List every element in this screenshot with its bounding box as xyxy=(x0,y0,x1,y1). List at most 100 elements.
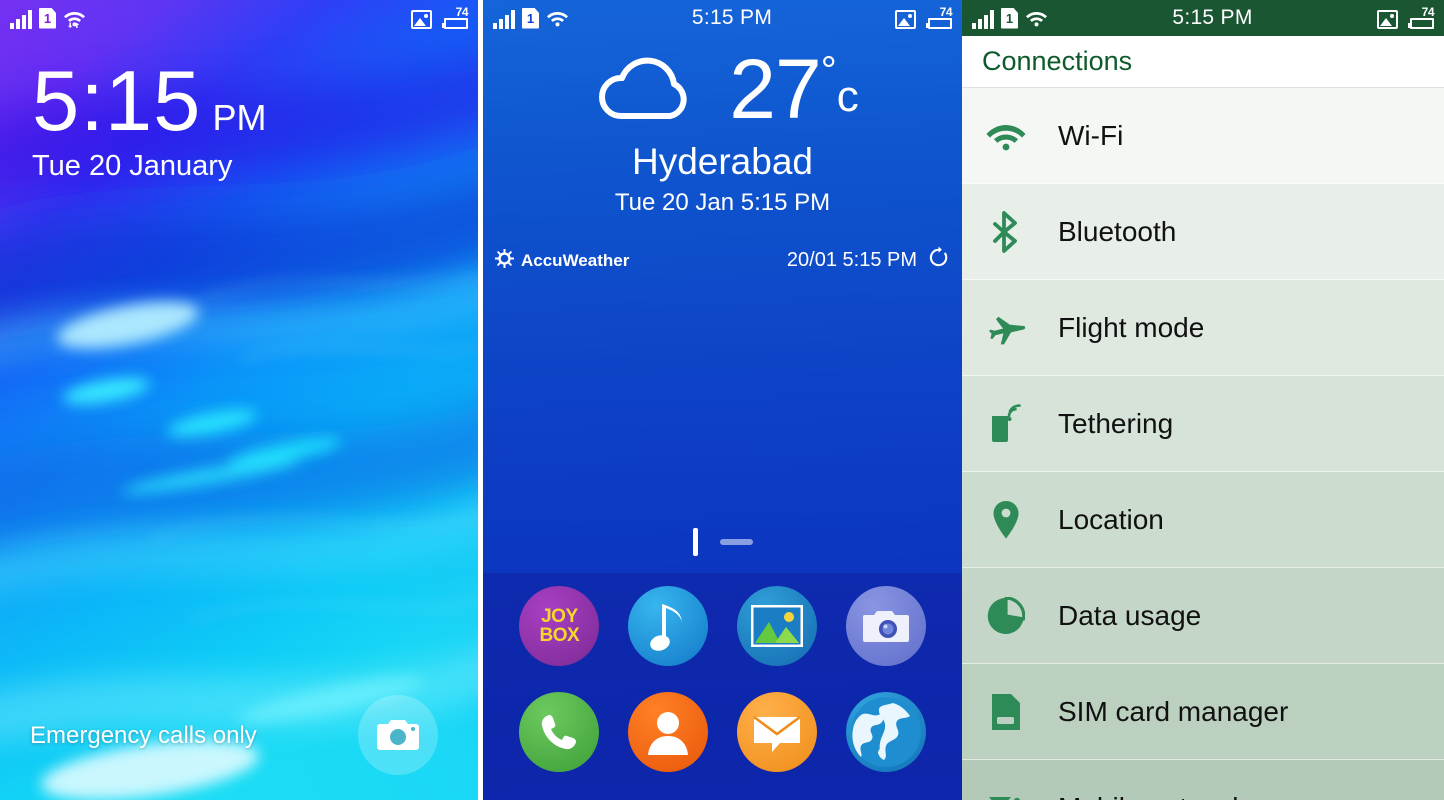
sim-number: 1 xyxy=(526,10,535,26)
list-item-label: Data usage xyxy=(1058,599,1202,631)
degree-symbol: ° xyxy=(820,48,837,93)
page-indicator-active[interactable] xyxy=(692,528,698,556)
app-icon-gallery[interactable] xyxy=(736,586,817,666)
screenshot-image-icon xyxy=(411,10,432,29)
lockscreen-date: Tue 20 January xyxy=(32,149,233,182)
globe-icon xyxy=(850,697,921,767)
app-dock: JOY BOX xyxy=(483,562,962,800)
weather-updated-time: 20/01 5:15 PM xyxy=(786,249,917,271)
page-title: Connections xyxy=(982,46,1133,76)
lockscreen-clock: 5:15 PM Tue 20 January xyxy=(32,54,267,183)
status-clock: 5:15 PM xyxy=(1172,6,1253,29)
sim-card-1-icon: 1 xyxy=(522,7,539,29)
settings-connections-panel: 1 5:15 PM 74 Connections Wi-Fi Bluetooth… xyxy=(962,0,1444,800)
sim-number: 1 xyxy=(43,10,52,26)
weather-unit: c xyxy=(836,71,859,121)
joybox-line2: BOX xyxy=(539,625,580,646)
list-item-label: Tethering xyxy=(1058,407,1174,439)
weather-update-row[interactable]: 20/01 5:15 PM xyxy=(787,246,950,275)
home-status-bar: 1 5:15 PM 74 xyxy=(483,0,962,36)
app-icon-joybox[interactable]: JOY BOX xyxy=(519,586,600,666)
settings-status-bar: 1 5:15 PM 74 xyxy=(962,0,1444,36)
message-envelope-icon xyxy=(753,715,801,752)
wifi-transfer-icon xyxy=(546,8,569,29)
connections-list: Wi-Fi Bluetooth Flight mode Tethering Lo… xyxy=(962,88,1444,800)
list-item-tethering[interactable]: Tethering xyxy=(962,376,1444,472)
status-left-icons: 1 xyxy=(972,7,1048,29)
status-right-icons: 74 xyxy=(1377,6,1435,29)
screenshot-stage: 1 74 5:15 PM Tue 20 January Emergency ca… xyxy=(0,0,1444,800)
dock-row-2 xyxy=(505,692,940,772)
weather-footer: AccuWeather 20/01 5:15 PM xyxy=(483,246,962,275)
app-icon-music[interactable] xyxy=(628,586,709,666)
music-note-icon xyxy=(650,604,683,651)
app-icon-messages[interactable] xyxy=(736,692,817,772)
list-item-flight-mode[interactable]: Flight mode xyxy=(962,280,1444,376)
app-icon-internet[interactable] xyxy=(845,692,926,772)
weather-temperature-block: 27 ° c xyxy=(729,47,859,131)
lockscreen-ampm: PM xyxy=(212,97,267,138)
status-clock: 5:15 PM xyxy=(691,6,773,29)
battery-body xyxy=(442,18,468,29)
app-icon-camera[interactable] xyxy=(845,586,926,666)
list-item-mobile-networks[interactable]: Mobile networks xyxy=(962,760,1444,800)
list-item-label: Mobile networks xyxy=(1058,792,1260,800)
status-right-icons: 74 xyxy=(411,5,469,29)
accuweather-sun-icon xyxy=(494,248,515,273)
joybox-line1: JOY xyxy=(541,606,578,627)
app-icon-phone[interactable] xyxy=(519,692,600,772)
status-left-icons: 1 xyxy=(493,7,569,29)
refresh-icon[interactable] xyxy=(927,246,950,275)
lock-status-bar: 1 74 xyxy=(0,0,478,36)
contact-person-icon xyxy=(648,712,689,755)
signal-bars-icon xyxy=(493,9,515,29)
battery-body xyxy=(1408,18,1434,29)
page-indicator-dot[interactable] xyxy=(719,539,753,545)
weather-main-row: 27 ° c xyxy=(483,46,962,131)
battery-icon: 74 xyxy=(924,6,953,29)
sim-card-icon xyxy=(982,692,1030,732)
list-item-location[interactable]: Location xyxy=(962,472,1444,568)
sim-card-1-icon: 1 xyxy=(39,7,56,29)
status-left-icons: 1 xyxy=(10,7,86,29)
home-screen-panel: 1 5:15 PM 74 27 ° c Hyderabad Tue 20 Jan… xyxy=(483,0,962,800)
weather-city: Hyderabad xyxy=(631,141,813,182)
camera-icon xyxy=(377,720,419,750)
page-indicator[interactable] xyxy=(483,527,962,557)
lockscreen-camera-shortcut[interactable] xyxy=(358,695,438,775)
list-item-sim-card-manager[interactable]: SIM card manager xyxy=(962,664,1444,760)
list-item-bluetooth[interactable]: Bluetooth xyxy=(962,184,1444,280)
sim-card-1-icon: 1 xyxy=(1001,7,1018,29)
wifi-transfer-icon xyxy=(1025,8,1048,29)
battery-percent: 74 xyxy=(455,5,469,19)
list-item-label: Wi-Fi xyxy=(1058,119,1124,151)
emergency-calls-label[interactable]: Emergency calls only xyxy=(30,722,257,750)
mobile-network-icon xyxy=(982,789,1030,800)
lockscreen-time: 5:15 xyxy=(32,54,202,149)
list-item-data-usage[interactable]: Data usage xyxy=(962,568,1444,664)
wifi-icon xyxy=(982,121,1030,151)
pie-chart-icon xyxy=(982,596,1030,635)
list-item-wifi[interactable]: Wi-Fi xyxy=(962,88,1444,184)
signal-bars-icon xyxy=(10,9,32,29)
app-icon-contacts[interactable] xyxy=(628,692,709,772)
weather-provider[interactable]: AccuWeather xyxy=(494,248,630,273)
wifi-transfer-icon xyxy=(63,8,86,29)
battery-body xyxy=(926,18,952,29)
camera-icon xyxy=(862,611,909,642)
weather-provider-label: AccuWeather xyxy=(521,250,630,270)
lock-screen-panel: 1 74 5:15 PM Tue 20 January Emergency ca… xyxy=(0,0,478,800)
lockscreen-time-row: 5:15 PM xyxy=(32,54,267,149)
weather-datetime: Tue 20 Jan 5:15 PM xyxy=(614,189,831,216)
gallery-picture-icon xyxy=(750,605,803,647)
location-pin-icon xyxy=(982,500,1030,540)
list-item-label: Bluetooth xyxy=(1058,215,1177,247)
weather-widget[interactable]: 27 ° c Hyderabad Tue 20 Jan 5:15 PM Accu… xyxy=(483,46,962,271)
cloud-icon xyxy=(587,46,707,131)
phone-handset-icon xyxy=(542,715,577,750)
list-item-label: SIM card manager xyxy=(1058,695,1289,727)
screenshot-image-icon xyxy=(1377,10,1398,29)
list-item-label: Flight mode xyxy=(1058,311,1205,343)
signal-bars-icon xyxy=(972,9,994,29)
screenshot-image-icon xyxy=(895,10,916,29)
